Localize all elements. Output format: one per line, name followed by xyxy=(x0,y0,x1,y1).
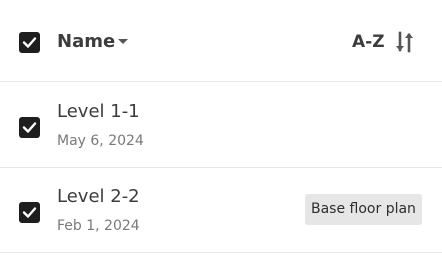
checkmark-icon xyxy=(22,37,37,48)
row-checkbox[interactable] xyxy=(19,202,40,223)
list-item[interactable]: Level 2-2 Feb 1, 2024 Base floor plan xyxy=(0,168,442,253)
item-title: Level 2-2 xyxy=(57,186,140,207)
item-title: Level 1-1 xyxy=(57,101,140,122)
sort-arrows-icon[interactable] xyxy=(395,31,415,53)
item-date: May 6, 2024 xyxy=(57,133,144,149)
item-tag-badge: Base floor plan xyxy=(305,194,422,225)
list-header: Name A-Z xyxy=(0,0,442,82)
caret-down-icon[interactable] xyxy=(118,39,128,44)
name-sort-label[interactable]: Name xyxy=(57,31,115,53)
select-all-checkbox[interactable] xyxy=(19,32,40,53)
checkmark-icon xyxy=(22,122,37,133)
item-date: Feb 1, 2024 xyxy=(57,218,140,234)
checkmark-icon xyxy=(22,207,37,218)
row-checkbox[interactable] xyxy=(19,117,40,138)
sort-order-label: A-Z xyxy=(352,32,385,52)
list-item[interactable]: Level 1-1 May 6, 2024 xyxy=(0,83,442,168)
